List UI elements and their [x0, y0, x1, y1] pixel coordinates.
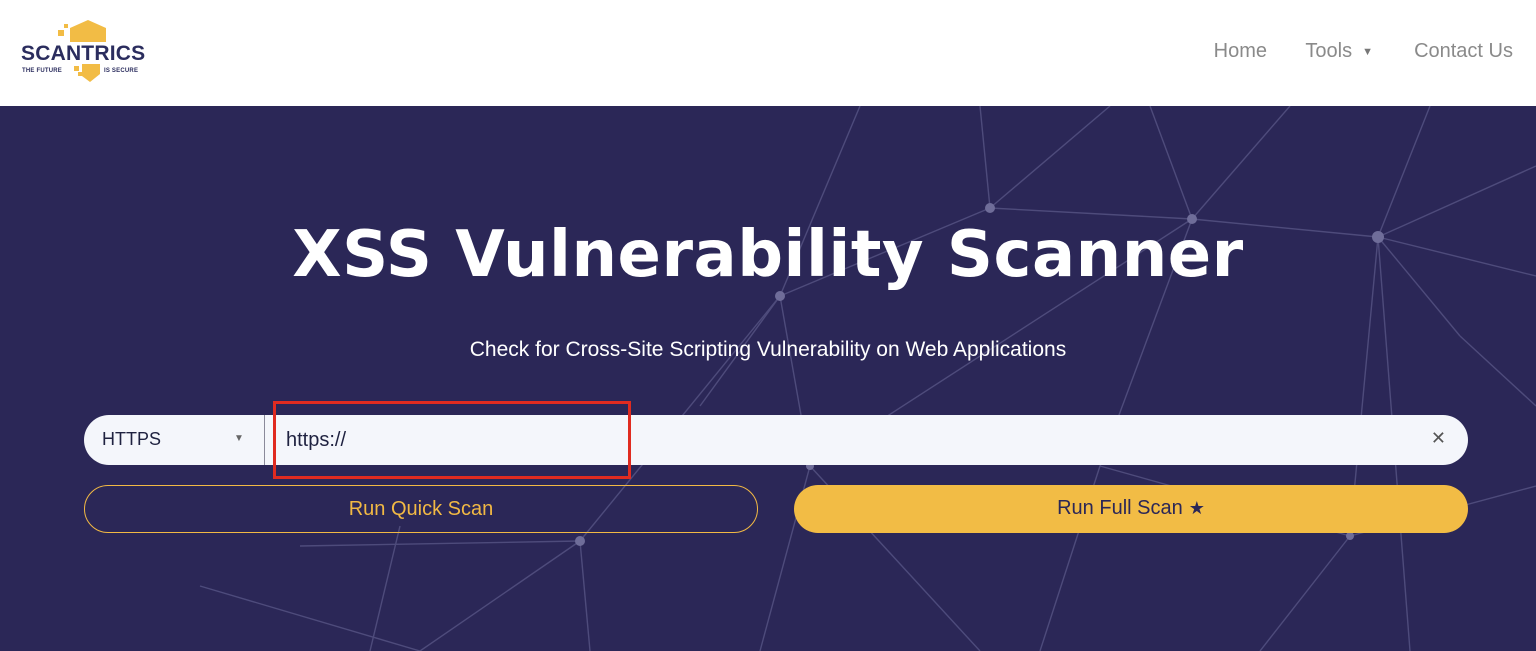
logo-tagline-left: THE FUTURE — [22, 68, 62, 74]
close-icon[interactable]: ✕ — [1431, 428, 1446, 449]
url-highlight-box — [273, 401, 631, 479]
caret-down-icon: ▼ — [1362, 46, 1373, 58]
page-title: XSS Vulnerability Scanner — [292, 218, 1244, 292]
logo-tagline-right: IS SECURE — [104, 68, 139, 74]
protocol-selected-value: HTTPS — [102, 429, 162, 449]
nav-contact-link[interactable]: Contact Us — [1414, 40, 1513, 63]
run-full-scan-button[interactable]: Run Full Scan ★ — [794, 485, 1468, 533]
site-header: SCANTRICS THE FUTURE IS SECURE Home Tool… — [0, 0, 1536, 106]
hero-section: XSS Vulnerability Scanner Check for Cros… — [0, 106, 1536, 651]
logo-wordmark: SCANTRICS — [21, 42, 146, 65]
full-scan-label: Run Full Scan — [1057, 497, 1183, 519]
nav-home-link[interactable]: Home — [1214, 40, 1267, 63]
chevron-down-icon: ▼ — [234, 433, 244, 444]
nav-tools-label: Tools — [1305, 40, 1353, 62]
protocol-select[interactable]: HTTPS ▼ — [84, 415, 265, 465]
page-subtitle: Check for Cross-Site Scripting Vulnerabi… — [469, 338, 1067, 361]
nav-tools-dropdown[interactable]: Tools ▼ — [1305, 40, 1373, 63]
network-background-graphic — [199, 106, 1536, 651]
scantrics-logo[interactable]: SCANTRICS THE FUTURE IS SECURE — [20, 18, 146, 88]
quick-scan-label: Run Quick Scan — [348, 498, 494, 520]
star-icon: ★ — [1188, 498, 1205, 518]
run-quick-scan-button[interactable]: Run Quick Scan — [84, 485, 758, 533]
